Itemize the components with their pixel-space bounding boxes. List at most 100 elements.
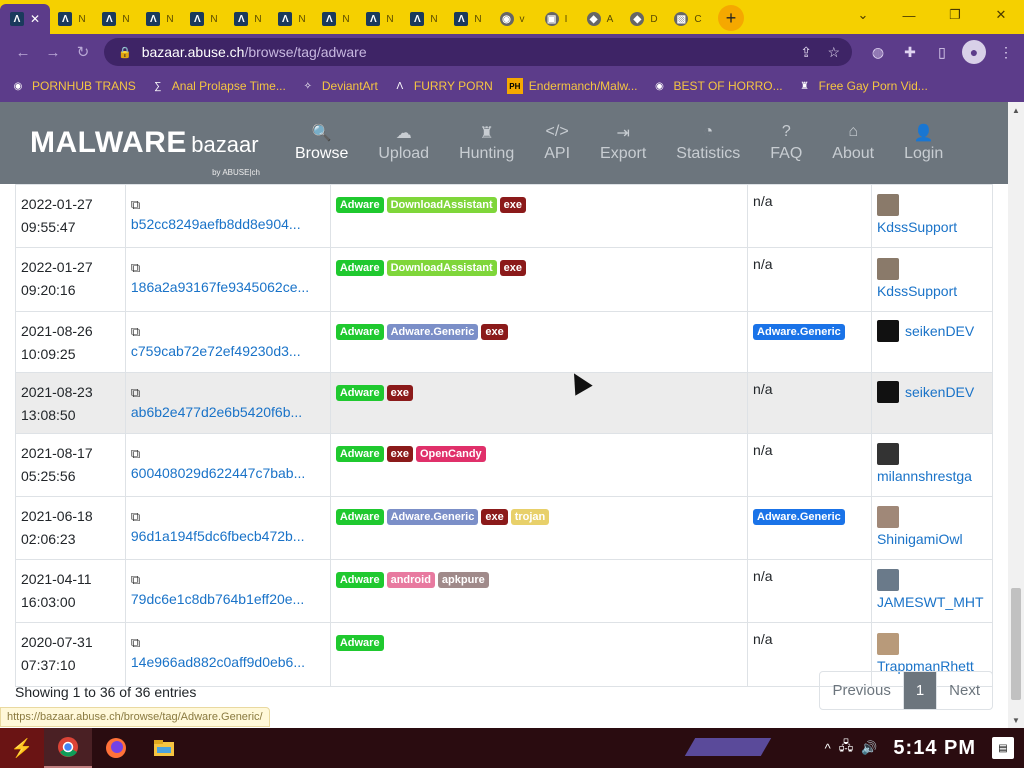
tab-close-icon[interactable]: ✕ <box>30 12 40 26</box>
forward-button[interactable]: → <box>38 37 68 67</box>
table-row[interactable]: 2022-01-27 09:20:16 ⧉ 186a2a93167fe9345062c… <box>15 247 994 312</box>
reporter-link[interactable]: seikenDEV <box>905 381 974 404</box>
browser-tab[interactable]: Λ ✕ <box>0 4 50 34</box>
nav-export[interactable]: ⇥ Export <box>585 102 661 184</box>
table-row[interactable]: 2021-08-23 13:08:50 ⧉ ab6b2e477d2e6b5420f6b… <box>15 371 994 434</box>
volume-icon[interactable]: 🔊 <box>861 740 877 756</box>
scroll-up-arrow-icon[interactable]: ▲ <box>1008 102 1024 118</box>
browser-tab[interactable]: ΛN <box>446 4 490 34</box>
tag-badge[interactable]: DownloadAssistant <box>386 197 497 213</box>
start-button[interactable]: ⚡ <box>0 728 44 768</box>
tag-badge[interactable]: android <box>386 572 435 589</box>
profile-extension-icon[interactable]: ◍ <box>866 40 890 64</box>
signature-badge[interactable]: Adware.Generic <box>753 508 845 525</box>
hash-link[interactable]: b52cc8249aefb8dd8e904... <box>131 216 301 232</box>
browser-tab[interactable]: ΛN <box>50 4 94 34</box>
reporter-link[interactable]: seikenDEV <box>905 320 974 343</box>
nav-login[interactable]: 👤 Login <box>889 102 958 184</box>
browser-tab[interactable]: ◉ v <box>490 4 534 34</box>
tag-badge[interactable]: Adware <box>335 635 384 652</box>
bookmark-star-icon[interactable]: ☆ <box>827 44 840 61</box>
tag-badge[interactable]: Adware <box>335 197 384 213</box>
tag-badge[interactable]: Adware <box>335 508 384 525</box>
bookmark-item[interactable]: ✧ DeviantArt <box>300 78 378 94</box>
page-scrollbar[interactable]: ▲ ▼ <box>1008 102 1024 728</box>
extensions-puzzle-icon[interactable]: ✚ <box>898 40 922 64</box>
copy-icon[interactable]: ⧉ <box>131 568 325 588</box>
close-window-button[interactable]: ✕ <box>978 0 1024 30</box>
reporter-link[interactable]: ShinigamiOwl <box>877 531 963 547</box>
browser-tab[interactable]: ◆ D <box>622 4 666 34</box>
nav-about[interactable]: ⌂ About <box>817 102 889 184</box>
copy-icon[interactable]: ⧉ <box>131 631 325 651</box>
profile-avatar-icon[interactable]: ● <box>962 40 986 64</box>
hash-link[interactable]: 14e966ad882c0aff9d0eb6... <box>131 654 305 670</box>
taskbar-clock[interactable]: 5:14 PM <box>893 737 976 760</box>
file-explorer-taskbar-icon[interactable] <box>140 728 188 768</box>
browser-tab[interactable]: ΛN <box>358 4 402 34</box>
bookmark-item[interactable]: PH Endermanch/Malw... <box>506 78 638 94</box>
reporter-link[interactable]: KdssSupport <box>877 219 957 235</box>
nav-upload[interactable]: ☁ Upload <box>363 102 444 184</box>
hash-link[interactable]: ab6b2e477d2e6b5420f6b... <box>131 404 302 420</box>
new-tab-button[interactable]: + <box>718 5 744 31</box>
chrome-taskbar-icon[interactable] <box>44 728 92 768</box>
signature-badge[interactable]: Adware.Generic <box>753 323 845 340</box>
browser-tab[interactable]: ΛN <box>138 4 182 34</box>
nav-faq[interactable]: ? FAQ <box>755 102 817 184</box>
tag-badge[interactable]: Adware.Generic <box>386 323 479 340</box>
copy-icon[interactable]: ⧉ <box>131 442 325 462</box>
minimize-button[interactable]: — <box>886 0 932 30</box>
tag-badge[interactable]: exe <box>499 197 527 213</box>
copy-icon[interactable]: ⧉ <box>131 256 325 276</box>
back-button[interactable]: ← <box>8 37 38 67</box>
copy-icon[interactable]: ⧉ <box>131 381 325 401</box>
scrollbar-thumb[interactable] <box>1011 588 1021 700</box>
bookmark-item[interactable]: ♜ Free Gay Porn Vid... <box>797 78 928 94</box>
hash-link[interactable]: 79dc6e1c8db764b1eff20e... <box>131 591 304 607</box>
table-row[interactable]: 2021-06-18 02:06:23 ⧉ 96d1a194f5dc6fbecb472… <box>15 495 994 561</box>
tray-chevron-icon[interactable]: ^ <box>825 741 831 756</box>
site-logo[interactable]: MALWARE bazaar by ABUSE|ch <box>30 126 280 177</box>
tag-badge[interactable]: trojan <box>510 508 550 525</box>
hash-link[interactable]: c759cab72e72ef49230d3... <box>131 343 301 359</box>
tag-badge[interactable]: Adware.Generic <box>386 508 479 525</box>
next-page-button[interactable]: Next <box>937 672 992 709</box>
tag-badge[interactable]: Adware <box>335 572 384 589</box>
scroll-down-arrow-icon[interactable]: ▼ <box>1008 712 1024 728</box>
hash-link[interactable]: 600408029d622447c7bab... <box>131 465 305 481</box>
kebab-menu-icon[interactable]: ⋮ <box>994 40 1018 64</box>
bookmark-item[interactable]: ∑ Anal Prolapse Time... <box>150 78 286 94</box>
browser-tab[interactable]: ▧ C <box>666 4 710 34</box>
nav-statistics[interactable]: ◔ Statistics <box>661 102 755 184</box>
reporter-link[interactable]: KdssSupport <box>877 283 957 299</box>
hash-link[interactable]: 96d1a194f5dc6fbecb472b... <box>131 528 305 544</box>
page-1-button[interactable]: 1 <box>903 672 938 709</box>
browser-tab[interactable]: ◆ A <box>578 4 622 34</box>
notification-icon[interactable]: ▤ <box>992 737 1014 759</box>
browser-tab[interactable]: ΛN <box>226 4 270 34</box>
tag-badge[interactable]: exe <box>481 323 508 340</box>
firefox-taskbar-icon[interactable] <box>92 728 140 768</box>
side-panel-icon[interactable]: ▯ <box>930 40 954 64</box>
network-icon[interactable]: 🖧 <box>839 737 854 759</box>
bookmark-item[interactable]: Λ FURRY PORN <box>392 78 493 94</box>
maximize-button[interactable]: ❐ <box>932 0 978 30</box>
table-row[interactable]: 2021-08-26 10:09:25 ⧉ c759cab72e72ef49230d3… <box>15 310 994 373</box>
copy-icon[interactable]: ⧉ <box>131 320 325 340</box>
share-icon[interactable]: ⇪ <box>800 44 812 61</box>
copy-icon[interactable]: ⧉ <box>131 193 325 213</box>
address-bar[interactable]: 🔒 bazaar.abuse.ch/browse/tag/adware ⇪ ☆ <box>104 38 852 66</box>
browser-tab[interactable]: ΛN <box>182 4 226 34</box>
tag-badge[interactable]: exe <box>386 445 413 462</box>
nav-api[interactable]: </> API <box>529 102 585 184</box>
tag-badge[interactable]: OpenCandy <box>415 445 486 462</box>
table-row[interactable]: 2021-08-17 05:25:56 ⧉ 600408029d622447c7bab… <box>15 432 994 497</box>
tag-badge[interactable]: exe <box>499 260 527 277</box>
bookmark-item[interactable]: ◉ PORNHUB TRANS <box>10 78 136 94</box>
copy-icon[interactable]: ⧉ <box>131 505 325 525</box>
browser-tab[interactable]: ΛN <box>94 4 138 34</box>
tag-badge[interactable]: apkpure <box>437 572 489 589</box>
tag-badge[interactable]: DownloadAssistant <box>386 260 497 277</box>
tag-badge[interactable]: Adware <box>335 323 384 340</box>
